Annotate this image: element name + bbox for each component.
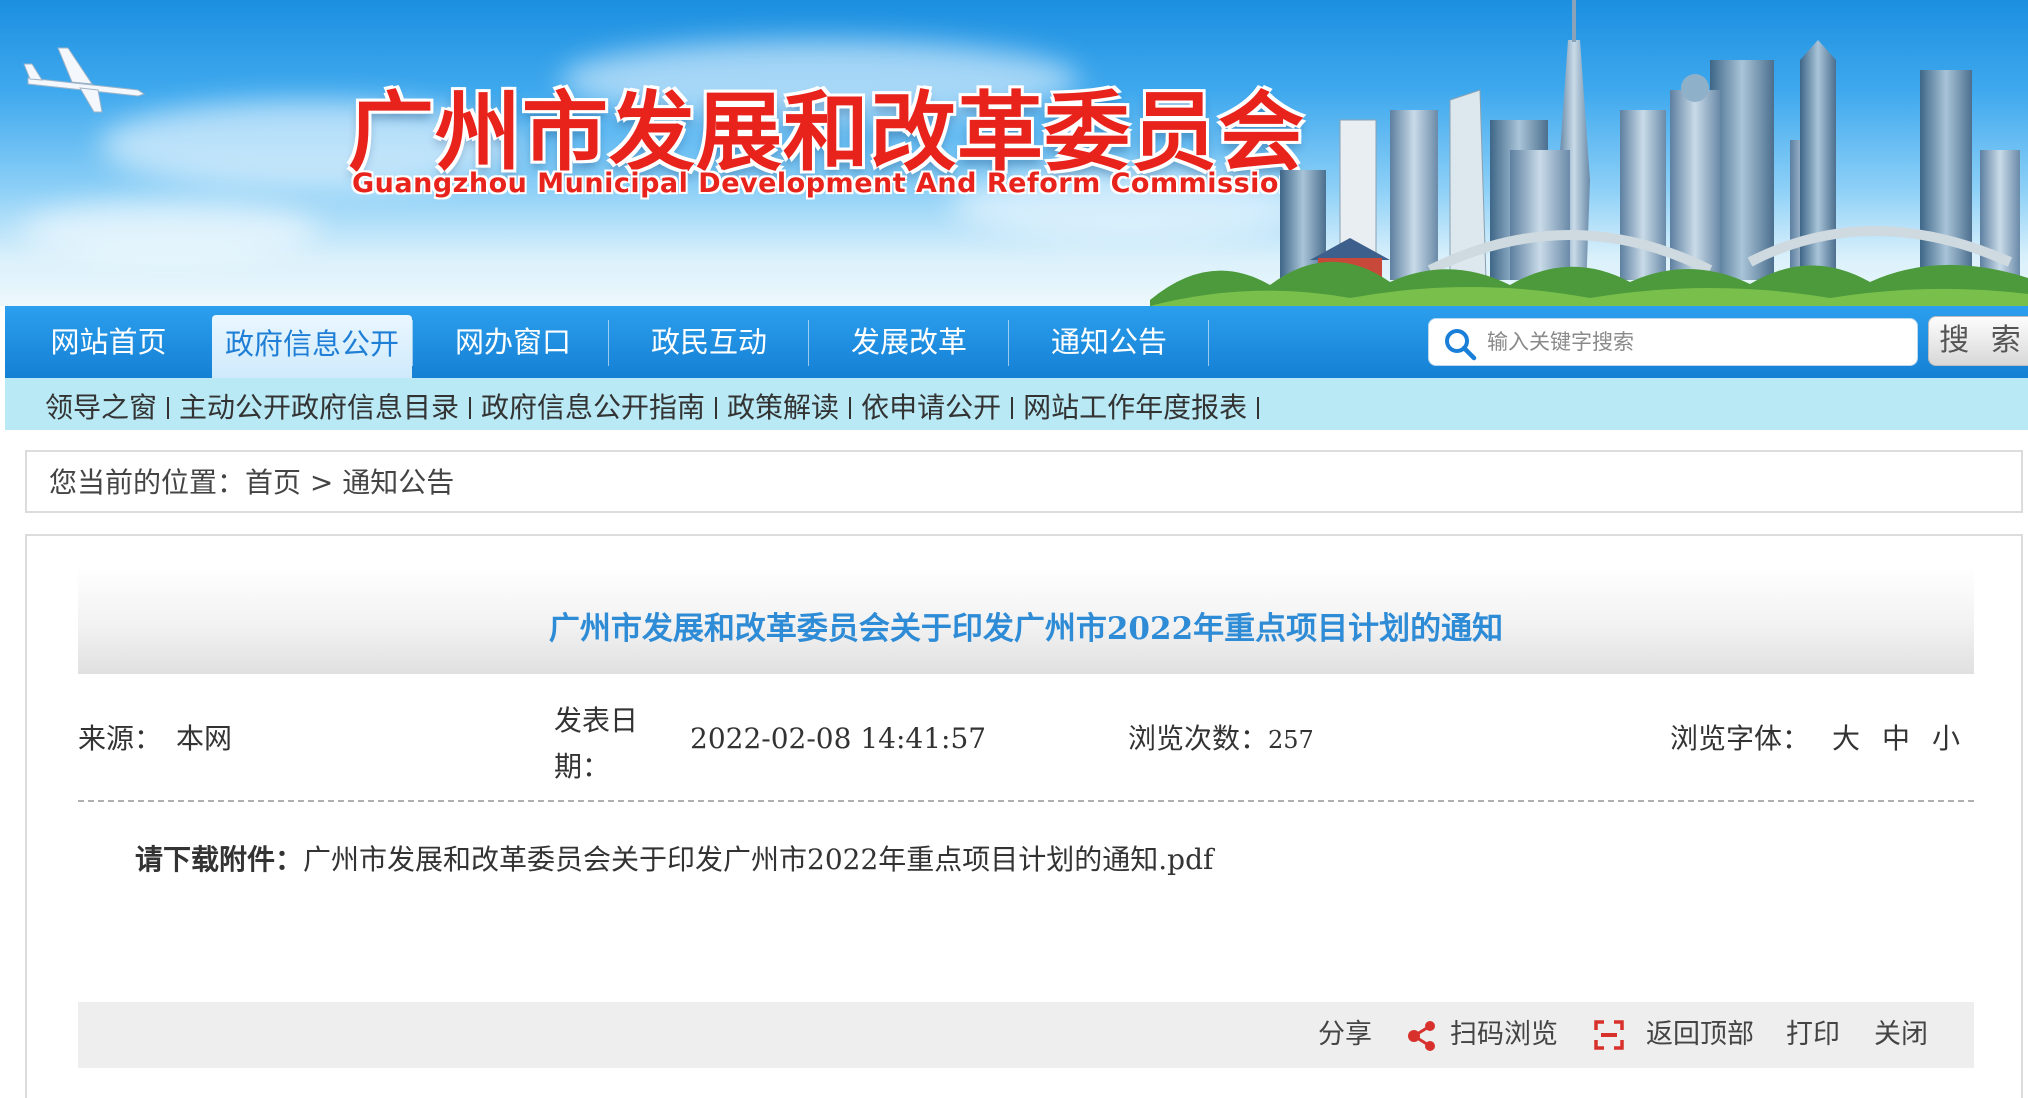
nav-item-online-service[interactable]: 网办窗口 bbox=[413, 306, 613, 378]
source-label: 来源： bbox=[78, 722, 163, 755]
font-size-large[interactable]: 大 bbox=[1832, 722, 1860, 755]
views-count: 257 bbox=[1268, 726, 1314, 754]
subnav-separator bbox=[167, 397, 170, 419]
subnav-separator bbox=[849, 397, 852, 419]
main-nav: 网站首页 政府信息公开 网办窗口 政民互动 发展改革 通知公告 搜 索 bbox=[5, 306, 2028, 378]
font-size-switcher: 浏览字体： 大中小 bbox=[1670, 674, 1960, 804]
font-size-small[interactable]: 小 bbox=[1932, 722, 1960, 755]
city-skyline-illustration bbox=[1150, 0, 2028, 306]
attachment-link[interactable]: 广州市发展和改革委员会关于印发广州市2022年重点项目计划的通知.pdf bbox=[303, 843, 1213, 876]
font-size-label: 浏览字体： bbox=[1669, 722, 1810, 755]
views-field: 浏览次数：257 bbox=[1128, 674, 1314, 805]
breadcrumb-separator: > bbox=[301, 466, 343, 499]
nav-item-development-reform[interactable]: 发展改革 bbox=[809, 306, 1009, 378]
share-button[interactable]: 分享 bbox=[1318, 1002, 1372, 1068]
search-box bbox=[1428, 318, 1918, 366]
sub-nav-list: 领导之窗 主动公开政府信息目录 政府信息公开指南 政策解读 依申请公开 网站工作年度报表 bbox=[45, 378, 1269, 430]
article-panel: 广州市发展和改革委员会关于印发广州市2022年重点项目计划的通知 来源： 本网 发… bbox=[25, 534, 2023, 1098]
nav-item-notices[interactable]: 通知公告 bbox=[1009, 306, 1209, 378]
sub-nav: 领导之窗 主动公开政府信息目录 政府信息公开指南 政策解读 依申请公开 网站工作年度报表 bbox=[5, 378, 2028, 430]
breadcrumb-text: 您当前的位置：首页 > 通知公告 bbox=[49, 452, 454, 511]
nav-item-interaction[interactable]: 政民互动 bbox=[609, 306, 809, 378]
meta-divider bbox=[78, 800, 1974, 802]
scan-qr-button[interactable]: 扫码浏览 bbox=[1450, 1002, 1558, 1068]
attachment-label: 请下载附件： bbox=[135, 843, 304, 876]
search-icon bbox=[1445, 329, 1477, 361]
share-icon[interactable] bbox=[1406, 1020, 1438, 1052]
nav-separator bbox=[1208, 320, 1209, 366]
breadcrumb-prefix: 您当前的位置： bbox=[49, 466, 246, 499]
subnav-item-leaders[interactable]: 领导之窗 bbox=[45, 391, 157, 424]
qr-code-icon[interactable] bbox=[1594, 1020, 1624, 1050]
source-value: 本网 bbox=[176, 722, 233, 755]
airplane-icon bbox=[23, 47, 146, 113]
breadcrumb-current-link[interactable]: 通知公告 bbox=[342, 466, 454, 499]
subnav-item-catalog[interactable]: 主动公开政府信息目录 bbox=[179, 391, 459, 424]
subnav-item-annual-report[interactable]: 网站工作年度报表 bbox=[1023, 391, 1247, 424]
font-size-medium[interactable]: 中 bbox=[1882, 722, 1910, 755]
attachment-line: 请下载附件：广州市发展和改革委员会关于印发广州市2022年重点项目计划的通知.p… bbox=[135, 838, 1213, 878]
breadcrumb-home-link[interactable]: 首页 bbox=[245, 466, 301, 499]
date-label-line2: 期： bbox=[554, 750, 611, 783]
date-value: 2022-02-08 14:41:57 bbox=[690, 722, 987, 755]
article-meta: 来源： 本网 发表日 期： 2022-02-08 14:41:57 浏览次数：25… bbox=[78, 674, 1974, 800]
back-to-top-button[interactable]: 返回顶部 bbox=[1646, 1002, 1754, 1068]
subnav-item-guide[interactable]: 政府信息公开指南 bbox=[481, 391, 705, 424]
print-button[interactable]: 打印 bbox=[1786, 1002, 1840, 1068]
subnav-separator bbox=[1011, 397, 1014, 419]
subnav-separator bbox=[469, 397, 472, 419]
subnav-separator bbox=[1257, 397, 1260, 419]
views-label: 浏览次数： bbox=[1128, 722, 1269, 755]
cloud bbox=[20, 200, 320, 260]
article-toolbar: 分享 扫码浏览 返回顶部 打印 关闭 bbox=[78, 1002, 1974, 1068]
subnav-separator bbox=[715, 397, 718, 419]
subnav-item-policy-interpretation[interactable]: 政策解读 bbox=[727, 391, 839, 424]
site-banner: 广州市发展和改革委员会 Guangzhou Municipal Developm… bbox=[0, 0, 2028, 306]
nav-item-home[interactable]: 网站首页 bbox=[5, 306, 212, 378]
close-button[interactable]: 关闭 bbox=[1874, 1002, 1928, 1068]
date-label-line1: 发表日 bbox=[554, 704, 639, 737]
search-input[interactable] bbox=[1487, 323, 1907, 361]
subnav-item-request-disclosure[interactable]: 依申请公开 bbox=[861, 391, 1001, 424]
article-title-bar: 广州市发展和改革委员会关于印发广州市2022年重点项目计划的通知 bbox=[78, 566, 1974, 674]
breadcrumb: 您当前的位置：首页 > 通知公告 bbox=[25, 450, 2023, 513]
search-button[interactable]: 搜 索 bbox=[1928, 316, 2028, 366]
source-field: 来源： 本网 bbox=[78, 674, 232, 804]
nav-item-gov-info[interactable]: 政府信息公开 bbox=[212, 315, 412, 378]
date-label: 发表日 期： bbox=[554, 698, 638, 790]
article-title: 广州市发展和改革委员会关于印发广州市2022年重点项目计划的通知 bbox=[548, 611, 1504, 647]
